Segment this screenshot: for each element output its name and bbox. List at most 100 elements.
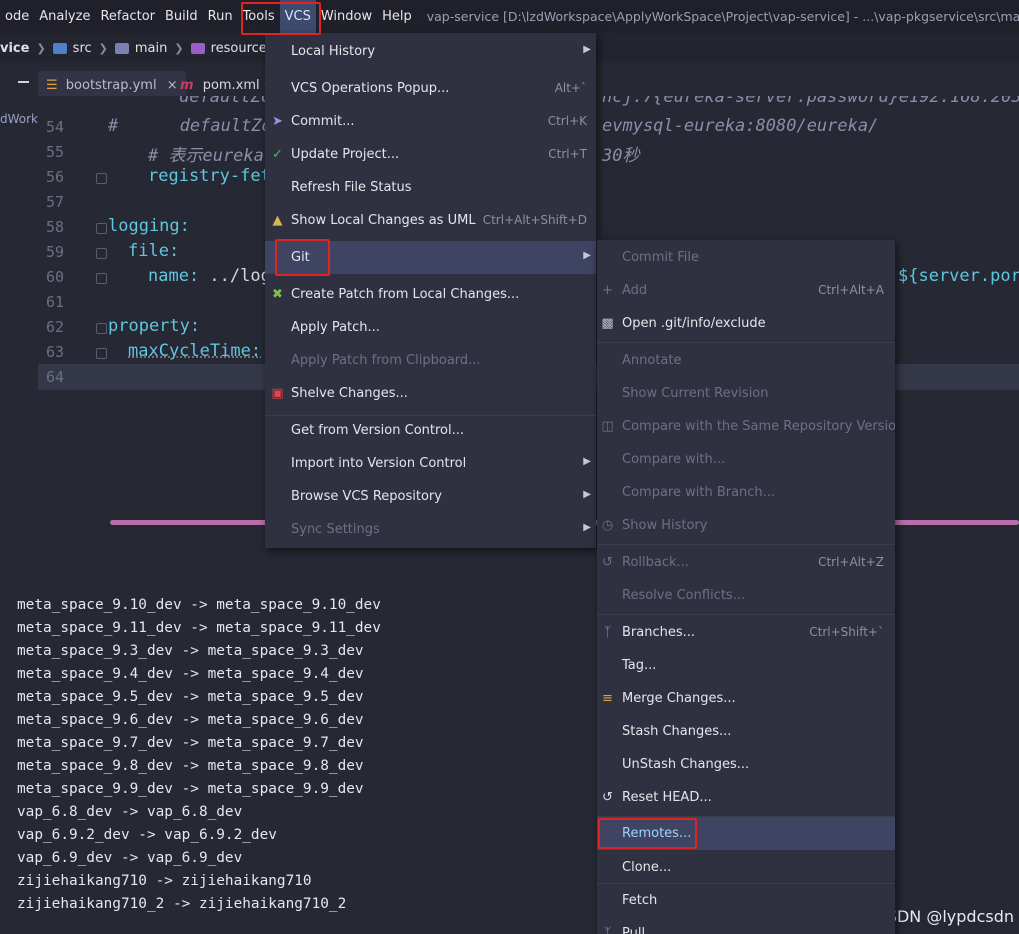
- tab-label: bootstrap.yml: [65, 78, 157, 93]
- menu-item-shelve-changes[interactable]: ▣ Shelve Changes...: [265, 377, 596, 410]
- menu-run[interactable]: Run: [203, 0, 238, 33]
- git-item-commit-file[interactable]: Commit File: [597, 241, 895, 274]
- reset-icon: ↺: [602, 790, 613, 805]
- close-icon[interactable]: ×: [167, 78, 178, 93]
- terminal-line: meta_space_9.5_dev -> meta_space_9.5_dev: [17, 689, 364, 705]
- menu-item-import-into-vcs[interactable]: Import into Version Control ▶: [265, 447, 596, 480]
- menu-item-show-local-changes-uml[interactable]: ▲ Show Local Changes as UML Ctrl+Alt+Shif…: [265, 204, 596, 237]
- fold-marker-icon[interactable]: [96, 323, 107, 334]
- git-item-unstash-changes[interactable]: UnStash Changes...: [597, 748, 895, 781]
- line-number: 62: [45, 318, 64, 336]
- git-item-stash-changes[interactable]: Stash Changes...: [597, 715, 895, 748]
- line-number: 57: [45, 193, 64, 211]
- uml-icon: ▲: [272, 213, 283, 228]
- git-item-show-history[interactable]: ◷ Show History: [597, 509, 895, 542]
- git-item-branches[interactable]: ᛉ Branches... Ctrl+Shift+`: [597, 616, 895, 649]
- menu-build[interactable]: Build: [160, 0, 203, 33]
- menu-item-create-patch[interactable]: ✖ Create Patch from Local Changes...: [265, 278, 596, 311]
- chevron-right-icon: ❯: [98, 41, 108, 55]
- rollback-icon: ↺: [602, 555, 613, 570]
- chevron-right-icon: ❯: [36, 41, 46, 55]
- annotation-box-remotes: [598, 818, 697, 849]
- breadcrumb-project[interactable]: vice: [0, 41, 29, 56]
- submenu-arrow-icon: ▶: [583, 456, 591, 467]
- menu-item-get-from-vcs[interactable]: Get from Version Control...: [265, 414, 596, 447]
- menu-item-browse-vcs-repository[interactable]: Browse VCS Repository ▶: [265, 480, 596, 513]
- line-number: 58: [45, 218, 64, 236]
- line-number: 60: [45, 268, 64, 286]
- git-item-add[interactable]: + Add Ctrl+Alt+A: [597, 274, 895, 307]
- maven-icon: m: [180, 78, 194, 93]
- git-item-clone[interactable]: Clone...: [597, 851, 895, 884]
- line-number: 54: [45, 118, 64, 136]
- window-title: vap-service [D:\lzdWorkspace\ApplyWorkSp…: [426, 9, 1019, 24]
- git-item-resolve-conflicts[interactable]: Resolve Conflicts...: [597, 579, 895, 612]
- code-line-59: file:: [128, 241, 180, 261]
- git-item-rollback[interactable]: ↺ Rollback... Ctrl+Alt+Z: [597, 546, 895, 579]
- branch-icon: ᛉ: [603, 625, 612, 640]
- menu-help[interactable]: Help: [377, 0, 417, 33]
- code-line-54-tail: evmysql-eureka:8080/eureka/: [602, 116, 879, 136]
- menu-separator: [597, 614, 895, 615]
- fold-marker-icon[interactable]: [96, 273, 107, 284]
- code-line-54: # defaultZo: [108, 116, 272, 136]
- menu-separator: [597, 342, 895, 343]
- git-item-show-current-revision[interactable]: Show Current Revision: [597, 377, 895, 410]
- breadcrumb-main[interactable]: main: [135, 41, 167, 56]
- plus-icon: +: [602, 283, 613, 298]
- menu-item-apply-patch-clipboard[interactable]: Apply Patch from Clipboard...: [265, 344, 596, 377]
- line-number: 63: [45, 343, 64, 361]
- menu-item-local-history[interactable]: Local History ▶: [265, 35, 596, 68]
- fold-marker-icon[interactable]: [96, 223, 107, 234]
- terminal-line: meta_space_9.6_dev -> meta_space_9.6_dev: [17, 712, 364, 728]
- git-item-merge-changes[interactable]: ≡ Merge Changes...: [597, 682, 895, 715]
- menu-analyze[interactable]: Analyze: [34, 0, 95, 33]
- git-item-open-exclude[interactable]: ▩ Open .git/info/exclude: [597, 307, 895, 340]
- menu-item-refresh-file-status[interactable]: Refresh File Status: [265, 171, 596, 204]
- pull-icon: ᛉ: [603, 926, 612, 934]
- menu-window[interactable]: Window: [316, 0, 377, 33]
- file-icon: ▩: [601, 316, 614, 331]
- git-item-compare-with[interactable]: Compare with...: [597, 443, 895, 476]
- code-line-55-tail: 30秒: [602, 146, 640, 166]
- terminal-line: zijiehaikang710 -> zijiehaikang710: [17, 873, 312, 889]
- clock-icon: ◷: [601, 518, 614, 533]
- git-item-pull[interactable]: ᛉ Pull...: [597, 917, 895, 934]
- line-number: 55: [45, 143, 64, 161]
- fold-marker-icon[interactable]: [96, 248, 107, 259]
- menu-item-commit[interactable]: ➤ Commit... Ctrl+K: [265, 105, 596, 138]
- menu-code[interactable]: ode: [0, 0, 34, 33]
- source-folder-icon: [52, 42, 67, 54]
- terminal-line: vap_6.8_dev -> vap_6.8_dev: [17, 804, 243, 820]
- code-line-60-tail: ${server.por: [898, 266, 1019, 286]
- menu-item-sync-settings[interactable]: Sync Settings ▶: [265, 513, 596, 546]
- git-item-fetch[interactable]: Fetch: [597, 884, 895, 917]
- merge-icon: ≡: [602, 691, 613, 706]
- submenu-arrow-icon: ▶: [583, 489, 591, 500]
- code-line-55: # 表示eureka: [148, 146, 264, 166]
- patch-icon: ✖: [272, 287, 283, 302]
- breadcrumb-src[interactable]: src: [73, 41, 92, 56]
- git-item-tag[interactable]: Tag...: [597, 649, 895, 682]
- terminal-line: meta_space_9.8_dev -> meta_space_9.8_dev: [17, 758, 364, 774]
- annotation-box-git: [275, 239, 330, 276]
- menu-item-vcs-operations-popup[interactable]: VCS Operations Popup... Alt+`: [265, 72, 596, 105]
- terminal-line: zijiehaikang710_2 -> zijiehaikang710_2: [17, 896, 347, 912]
- git-item-compare-same-repo[interactable]: ◫ Compare with the Same Repository Versi…: [597, 410, 895, 443]
- project-tree-label[interactable]: dWork: [0, 112, 38, 126]
- menu-item-update-project[interactable]: ✓ Update Project... Ctrl+T: [265, 138, 596, 171]
- folder-icon: [114, 42, 129, 54]
- menu-refactor[interactable]: Refactor: [95, 0, 160, 33]
- git-item-reset-head[interactable]: ↺ Reset HEAD...: [597, 781, 895, 814]
- code-line-63: maxCycleTime:: [128, 341, 262, 361]
- project-panel-strip: [0, 103, 38, 553]
- menu-item-apply-patch[interactable]: Apply Patch...: [265, 311, 596, 344]
- fold-marker-icon[interactable]: [96, 173, 107, 184]
- code-line-58: logging:: [108, 216, 190, 236]
- minimize-icon[interactable]: [18, 81, 29, 83]
- git-item-compare-with-branch[interactable]: Compare with Branch...: [597, 476, 895, 509]
- terminal-line: vap_6.9_dev -> vap_6.9_dev: [17, 850, 243, 866]
- terminal-line: meta_space_9.9_dev -> meta_space_9.9_dev: [17, 781, 364, 797]
- fold-marker-icon[interactable]: [96, 348, 107, 359]
- git-item-annotate[interactable]: Annotate: [597, 344, 895, 377]
